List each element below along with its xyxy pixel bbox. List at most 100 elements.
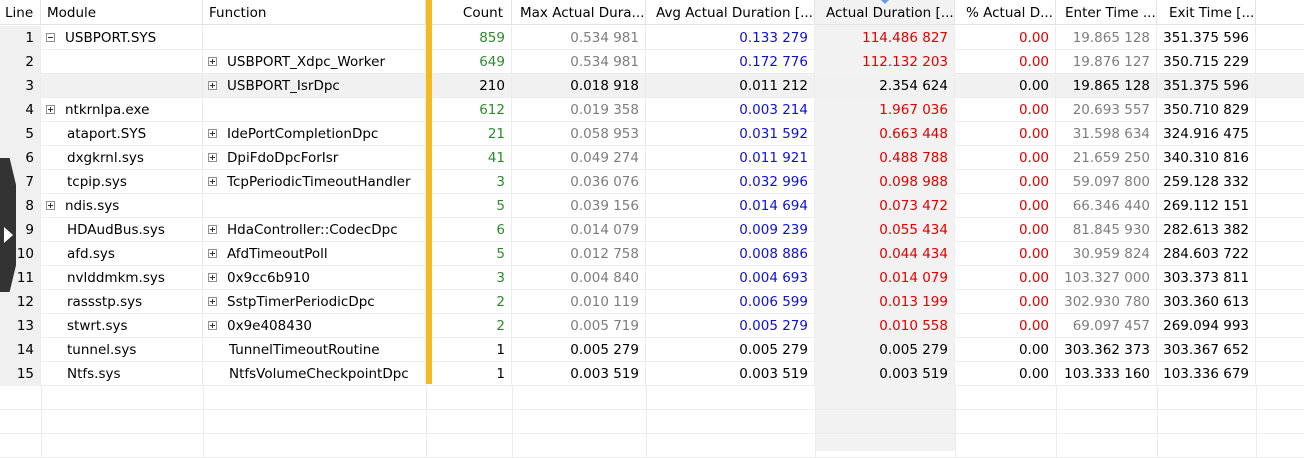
column-header-avg-actual-duration[interactable]: Avg Actual Duration [... <box>646 0 815 24</box>
table-row[interactable]: 15 Ntfs.sys NtfsVolumeCheckpointDpc 1 0.003 … <box>0 362 1304 386</box>
cell-enter-time-text: 59.097 800 <box>1072 174 1150 190</box>
cell-percent-actual-duration-text: 0.00 <box>1018 174 1049 190</box>
table-row[interactable]: 10 afd.sys AfdTimeoutPoll 5 0.012 758 0.008 8… <box>0 242 1304 266</box>
cell-max-actual-duration: 0.014 079 <box>512 218 646 242</box>
table-row[interactable]: 8 ndis.sys 5 0.039 156 0.014 694 0.073 472 0.0… <box>0 194 1304 218</box>
cell-function: IdePortCompletionDpc <box>203 122 426 146</box>
table-row[interactable]: 1 USBPORT.SYS 859 0.534 981 0.133 279 114.486… <box>0 26 1304 50</box>
cell-actual-duration-text: 114.486 827 <box>862 30 948 46</box>
cell-module <box>41 74 203 98</box>
column-header-line[interactable]: Line <box>0 0 41 24</box>
cell-percent-actual-duration: 0.00 <box>955 98 1056 122</box>
cell-exit-time-text: 284.603 722 <box>1163 246 1249 262</box>
cell-count: 1 <box>432 362 512 386</box>
table-row[interactable]: 2 USBPORT_Xdpc_Worker 649 0.534 981 0.172 77… <box>0 50 1304 74</box>
cell-count-text: 210 <box>479 78 505 94</box>
side-flyout-tab[interactable] <box>0 158 16 292</box>
cell-function: 0x9e408430 <box>203 314 426 338</box>
cell-avg-actual-duration-text: 0.003 519 <box>739 366 808 382</box>
cell-avg-actual-duration: 0.003 519 <box>646 362 815 386</box>
cell-count: 649 <box>432 50 512 74</box>
column-header-max-actual-duration[interactable]: Max Actual Dura... <box>512 0 646 24</box>
table-row[interactable]: 9 HDAudBus.sys HdaController::CodecDpc 6 0.0… <box>0 218 1304 242</box>
cell-max-actual-duration-text: 0.018 918 <box>570 78 639 94</box>
frozen-column-divider[interactable] <box>426 0 432 384</box>
expand-plus-icon[interactable] <box>208 296 217 306</box>
expand-plus-icon[interactable] <box>208 224 217 234</box>
expand-plus-icon[interactable] <box>208 272 217 282</box>
cell-enter-time: 19.865 128 <box>1056 26 1157 50</box>
table-row[interactable]: 3 USBPORT_IsrDpc 210 0.018 918 0.011 212 2.35… <box>0 74 1304 98</box>
cell-line: 1 <box>0 26 41 50</box>
cell-actual-duration-text: 0.055 434 <box>879 222 948 238</box>
expand-plus-icon[interactable] <box>208 248 217 258</box>
table-row[interactable]: 12 rassstp.sys SstpTimerPeriodicDpc 2 0.010 … <box>0 290 1304 314</box>
cell-module-text: tcpip.sys <box>67 174 127 190</box>
cell-max-actual-duration: 0.036 076 <box>512 170 646 194</box>
cell-enter-time: 20.693 557 <box>1056 98 1157 122</box>
cell-line-text: 9 <box>25 222 34 238</box>
cell-enter-time: 31.598 634 <box>1056 122 1157 146</box>
cell-function-text: 0x9e408430 <box>227 318 313 334</box>
cell-actual-duration-text: 0.010 558 <box>879 318 948 334</box>
expand-plus-icon[interactable] <box>208 176 217 186</box>
cell-function: USBPORT_IsrDpc <box>203 74 426 98</box>
expand-plus-icon[interactable] <box>208 56 217 66</box>
cell-exit-time: 103.336 679 <box>1157 362 1256 386</box>
collapse-minus-icon[interactable] <box>46 32 55 42</box>
table-row[interactable]: 11 nvlddmkm.sys 0x9cc6b910 3 0.004 840 0.004 … <box>0 266 1304 290</box>
column-header-enter-time[interactable]: Enter Time ... <box>1056 0 1157 24</box>
cell-percent-actual-duration-text: 0.00 <box>1018 222 1049 238</box>
cell-avg-actual-duration: 0.003 214 <box>646 98 815 122</box>
cell-count: 1 <box>432 338 512 362</box>
expand-plus-icon[interactable] <box>208 152 217 162</box>
cell-avg-actual-duration: 0.005 279 <box>646 314 815 338</box>
cell-percent-actual-duration-text: 0.00 <box>1018 366 1049 382</box>
cell-line-text: 7 <box>25 174 34 190</box>
cell-function-text: NtfsVolumeCheckpointDpc <box>229 366 409 382</box>
table-row[interactable]: 6 dxgkrnl.sys DpiFdoDpcForIsr 41 0.049 274 0.… <box>0 146 1304 170</box>
cell-function-text: DpiFdoDpcForIsr <box>227 150 339 166</box>
cell-actual-duration: 0.055 434 <box>815 218 955 242</box>
table-row[interactable]: 5 ataport.SYS IdePortCompletionDpc 21 0.058 … <box>0 122 1304 146</box>
expand-plus-icon[interactable] <box>46 104 55 114</box>
cell-module: tcpip.sys <box>41 170 203 194</box>
cell-line-text: 6 <box>25 150 34 166</box>
column-header-exit-time[interactable]: Exit Time [... <box>1157 0 1256 24</box>
cell-module-text: dxgkrnl.sys <box>67 150 144 166</box>
expand-plus-icon[interactable] <box>46 200 55 210</box>
cell-function: NtfsVolumeCheckpointDpc <box>203 362 426 386</box>
cell-avg-actual-duration-text: 0.009 239 <box>739 222 808 238</box>
column-header-count[interactable]: Count <box>432 0 512 24</box>
cell-function: TcpPeriodicTimeoutHandler <box>203 170 426 194</box>
cell-exit-time-text: 303.360 613 <box>1163 294 1249 310</box>
cell-exit-time: 351.375 596 <box>1157 26 1256 50</box>
cell-exit-time: 324.916 475 <box>1157 122 1256 146</box>
expand-plus-icon[interactable] <box>208 320 217 330</box>
cell-count-text: 859 <box>479 30 505 46</box>
cell-exit-time: 259.128 332 <box>1157 170 1256 194</box>
cell-max-actual-duration: 0.039 156 <box>512 194 646 218</box>
table-row[interactable]: 7 tcpip.sys TcpPeriodicTimeoutHandler 3 0.03… <box>0 170 1304 194</box>
cell-actual-duration: 0.044 434 <box>815 242 955 266</box>
cell-enter-time: 303.362 373 <box>1056 338 1157 362</box>
cell-count: 3 <box>432 266 512 290</box>
table-row[interactable]: 4 ntkrnlpa.exe 612 0.019 358 0.003 214 1.967 … <box>0 98 1304 122</box>
table-row[interactable]: 14 tunnel.sys TunnelTimeoutRoutine 1 0.005 2… <box>0 338 1304 362</box>
column-header-percent-actual-duration[interactable]: % Actual D... <box>955 0 1056 24</box>
expand-plus-icon[interactable] <box>208 128 217 138</box>
chevron-right-icon <box>4 227 13 243</box>
cell-max-actual-duration-text: 0.534 981 <box>570 30 639 46</box>
expand-plus-icon[interactable] <box>208 80 217 90</box>
cell-max-actual-duration-text: 0.005 279 <box>570 342 639 358</box>
column-header-function[interactable]: Function <box>203 0 426 24</box>
cell-module: stwrt.sys <box>41 314 203 338</box>
table-row[interactable]: 13 stwrt.sys 0x9e408430 2 0.005 719 0.005 279… <box>0 314 1304 338</box>
cell-function: USBPORT_Xdpc_Worker <box>203 50 426 74</box>
cell-percent-actual-duration-text: 0.00 <box>1018 318 1049 334</box>
cell-count-text: 1 <box>496 366 505 382</box>
column-header-module[interactable]: Module <box>41 0 203 24</box>
cell-exit-time: 269.094 993 <box>1157 314 1256 338</box>
cell-count-text: 5 <box>496 198 505 214</box>
cell-percent-actual-duration-text: 0.00 <box>1018 150 1049 166</box>
